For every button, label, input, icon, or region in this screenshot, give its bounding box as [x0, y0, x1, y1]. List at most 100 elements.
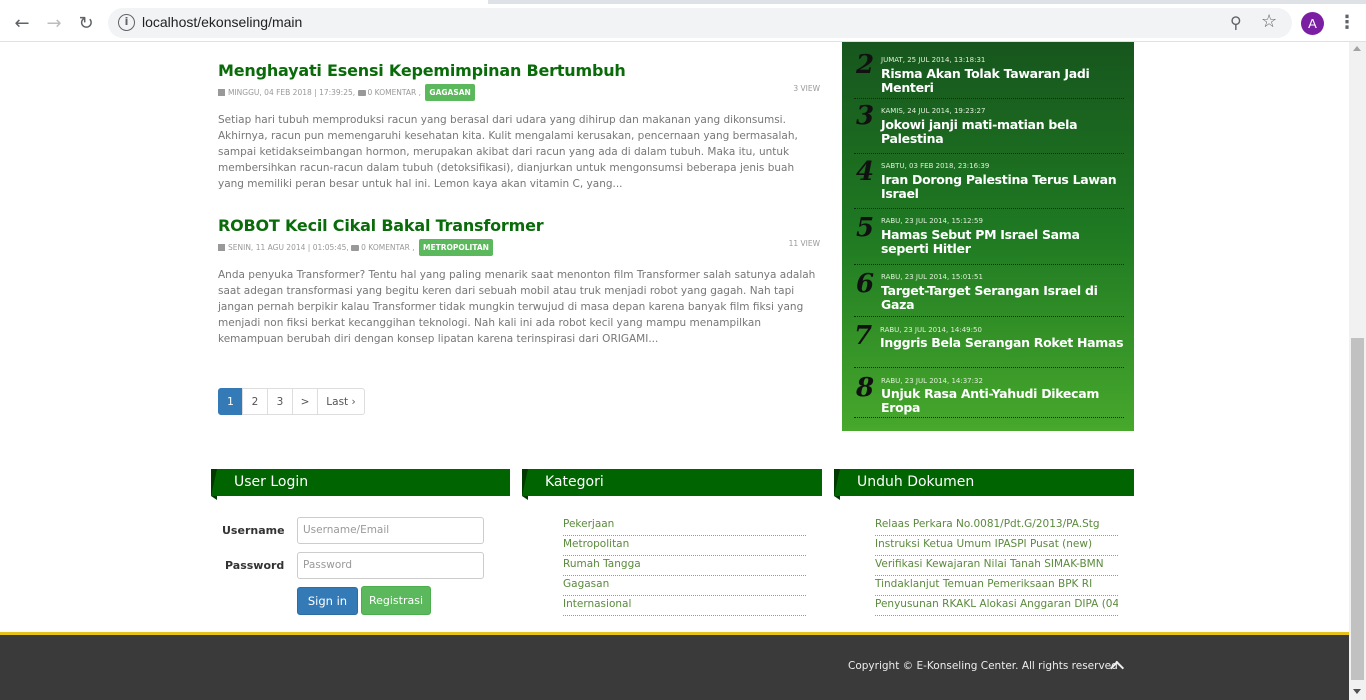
unduh-list: 1.Relaas Perkara No.0081/Pdt.G/2013/PA.S… [875, 516, 1118, 616]
popular-date: RABU, 23 JUL 2014, 14:37:32 [881, 377, 983, 385]
article-date: SENIN, 11 AGU 2014 | 01:05:45, [228, 243, 349, 252]
list-item[interactable]: 1.Pekerjaan [563, 516, 806, 536]
kategori-list: 1.Pekerjaan 2.Metropolitan 3.Rumah Tangg… [563, 516, 806, 616]
widget-heading: Unduh Dokumen [834, 469, 1134, 500]
article-title[interactable]: ROBOT Kecil Cikal Bakal Transformer [218, 216, 822, 235]
register-button[interactable]: Registrasi [361, 586, 431, 615]
kategori-widget: Kategori 1.Pekerjaan 2.Metropolitan 3.Ru… [522, 469, 822, 616]
article-item: Menghayati Esensi Kepemimpinan Bertumbuh… [218, 61, 822, 192]
list-item[interactable]: 5.Penyusunan RKAKL Alokasi Anggaran DIPA… [875, 596, 1118, 616]
article-excerpt: Anda penyuka Transformer? Tentu hal yang… [218, 269, 816, 345]
popular-title[interactable]: Target-Target Serangan Israel di Gaza [881, 284, 1126, 312]
profile-avatar[interactable]: A [1301, 12, 1324, 35]
popular-date: RABU, 23 JUL 2014, 15:12:59 [881, 217, 983, 225]
article-date: MINGGU, 04 FEB 2018 | 17:39:25, [228, 88, 356, 97]
pagination: 1 2 3 > Last › [218, 388, 365, 415]
popular-title[interactable]: Jokowi janji mati-matian bela Palestina [881, 118, 1126, 146]
page-1-link[interactable]: 1 [218, 388, 243, 415]
calendar-icon [218, 244, 225, 251]
list-item[interactable]: 3.Verifikasi Kewajaran Nilai Tanah SIMAK… [875, 556, 1118, 576]
scrollbar-thumb[interactable] [1351, 338, 1364, 680]
popular-date: RABU, 23 JUL 2014, 15:01:51 [881, 273, 983, 281]
list-item-label[interactable]: Rumah Tangga [563, 558, 641, 570]
popular-title[interactable]: Inggris Bela Serangan Roket Hamas [880, 336, 1125, 350]
forward-icon[interactable]: → [43, 12, 65, 34]
page-footer: Copyright © E-Konseling Center. All righ… [0, 632, 1349, 700]
username-input[interactable]: Username/Email [297, 517, 484, 544]
popular-item[interactable]: 7 RABU, 23 JUL 2014, 14:49:50 Inggris Be… [854, 317, 1124, 368]
popular-item[interactable]: 4 SABTU, 03 FEB 2018, 23:16:39 Iran Doro… [854, 154, 1124, 209]
category-badge[interactable]: GAGASAN [425, 84, 475, 101]
user-login-widget: User Login [211, 469, 510, 500]
widget-heading: Kategori [522, 469, 822, 500]
next-page-link[interactable]: > [292, 388, 318, 415]
article-views: 11 VIEW [788, 239, 820, 248]
list-item-label[interactable]: Relaas Perkara No.0081/Pdt.G/2013/PA.Stg [875, 518, 1100, 530]
info-icon[interactable]: i [118, 14, 135, 31]
password-input[interactable]: Password [297, 552, 484, 579]
popular-rank: 3 [856, 101, 875, 131]
list-item-label[interactable]: Tindaklanjut Temuan Pemeriksaan BPK RI [875, 578, 1092, 590]
password-label: Password [225, 559, 285, 572]
scroll-down-icon[interactable] [1353, 689, 1361, 694]
menu-icon[interactable]: ⋮ [1338, 12, 1356, 33]
page-3-link[interactable]: 3 [267, 388, 293, 415]
article-meta: SENIN, 11 AGU 2014 | 01:05:45, 0 KOMENTA… [218, 239, 822, 256]
browser-toolbar: ← → ↻ i localhost/ekonseling/main ⚲ ☆ A … [0, 0, 1366, 42]
address-bar[interactable]: i localhost/ekonseling/main ⚲ ☆ [108, 8, 1292, 38]
reload-icon[interactable]: ↻ [75, 12, 97, 34]
list-item[interactable]: 4.Gagasan [563, 576, 806, 596]
last-page-link[interactable]: Last › [317, 388, 365, 415]
list-item-label[interactable]: Penyusunan RKAKL Alokasi Anggaran DIPA (… [875, 598, 1118, 610]
calendar-icon [218, 89, 225, 96]
popular-item[interactable]: 3 KAMIS, 24 JUL 2014, 19:23:27 Jokowi ja… [854, 99, 1124, 154]
popular-title[interactable]: Unjuk Rasa Anti-Yahudi Dikecam Eropa [881, 387, 1126, 415]
username-label: Username [222, 524, 285, 537]
popular-title[interactable]: Risma Akan Tolak Tawaran Jadi Menteri [881, 67, 1126, 95]
popular-item[interactable]: 6 RABU, 23 JUL 2014, 15:01:51 Target-Tar… [854, 265, 1124, 317]
copyright-text: Copyright © E-Konseling Center. All righ… [848, 660, 1118, 672]
article-title[interactable]: Menghayati Esensi Kepemimpinan Bertumbuh [218, 61, 822, 80]
popular-rank: 6 [856, 269, 875, 299]
list-item[interactable]: 4.Tindaklanjut Temuan Pemeriksaan BPK RI [875, 576, 1118, 596]
list-item-label[interactable]: Instruksi Ketua Umum IPASPI Pusat (new) [875, 538, 1092, 550]
popular-item[interactable]: 8 RABU, 23 JUL 2014, 14:37:32 Unjuk Rasa… [854, 368, 1124, 418]
popular-date: KAMIS, 24 JUL 2014, 19:23:27 [881, 107, 986, 115]
list-item-label[interactable]: Gagasan [563, 578, 609, 590]
zoom-icon[interactable]: ⚲ [1230, 13, 1242, 32]
popular-item[interactable]: 5 RABU, 23 JUL 2014, 15:12:59 Hamas Sebu… [854, 209, 1124, 265]
article-meta: MINGGU, 04 FEB 2018 | 17:39:25, 0 KOMENT… [218, 84, 822, 101]
list-item[interactable]: 5.Internasional [563, 596, 806, 616]
list-item-label[interactable]: Verifikasi Kewajaran Nilai Tanah SIMAK-B… [875, 558, 1104, 570]
star-icon[interactable]: ☆ [1261, 11, 1277, 32]
popular-rank: 8 [856, 373, 875, 403]
popular-item[interactable]: 2 JUMAT, 25 JUL 2014, 13:18:31 Risma Aka… [854, 42, 1124, 99]
article-comments[interactable]: 0 KOMENTAR , [368, 88, 422, 97]
list-item-label[interactable]: Metropolitan [563, 538, 629, 550]
list-item-label[interactable]: Internasional [563, 598, 631, 610]
article-item: ROBOT Kecil Cikal Bakal Transformer SENI… [218, 216, 822, 347]
active-tab[interactable] [0, 0, 488, 4]
popular-title[interactable]: Hamas Sebut PM Israel Sama seperti Hitle… [881, 228, 1126, 256]
popular-rank: 5 [856, 213, 875, 243]
widget-heading: User Login [211, 469, 510, 500]
list-item[interactable]: 1.Relaas Perkara No.0081/Pdt.G/2013/PA.S… [875, 516, 1118, 536]
list-item[interactable]: 3.Rumah Tangga [563, 556, 806, 576]
page-scrollbar[interactable] [1349, 42, 1366, 700]
page-2-link[interactable]: 2 [242, 388, 268, 415]
list-item[interactable]: 2.Instruksi Ketua Umum IPASPI Pusat (new… [875, 536, 1118, 556]
sign-in-button[interactable]: Sign in [297, 587, 358, 615]
popular-rank: 4 [856, 157, 875, 187]
article-comments[interactable]: 0 KOMENTAR , [361, 243, 415, 252]
scroll-up-icon[interactable] [1353, 46, 1361, 51]
popular-date: JUMAT, 25 JUL 2014, 13:18:31 [881, 56, 986, 64]
back-icon[interactable]: ← [11, 12, 33, 34]
list-item[interactable]: 2.Metropolitan [563, 536, 806, 556]
list-item-label[interactable]: Pekerjaan [563, 518, 614, 530]
popular-rank: 7 [854, 321, 873, 351]
url-text[interactable]: localhost/ekonseling/main [142, 14, 302, 30]
popular-news-panel: 2 JUMAT, 25 JUL 2014, 13:18:31 Risma Aka… [842, 42, 1134, 431]
category-badge[interactable]: METROPOLITAN [419, 239, 493, 256]
unduh-dokumen-widget: Unduh Dokumen 1.Relaas Perkara No.0081/P… [834, 469, 1134, 616]
popular-title[interactable]: Iran Dorong Palestina Terus Lawan Israel [881, 173, 1126, 201]
